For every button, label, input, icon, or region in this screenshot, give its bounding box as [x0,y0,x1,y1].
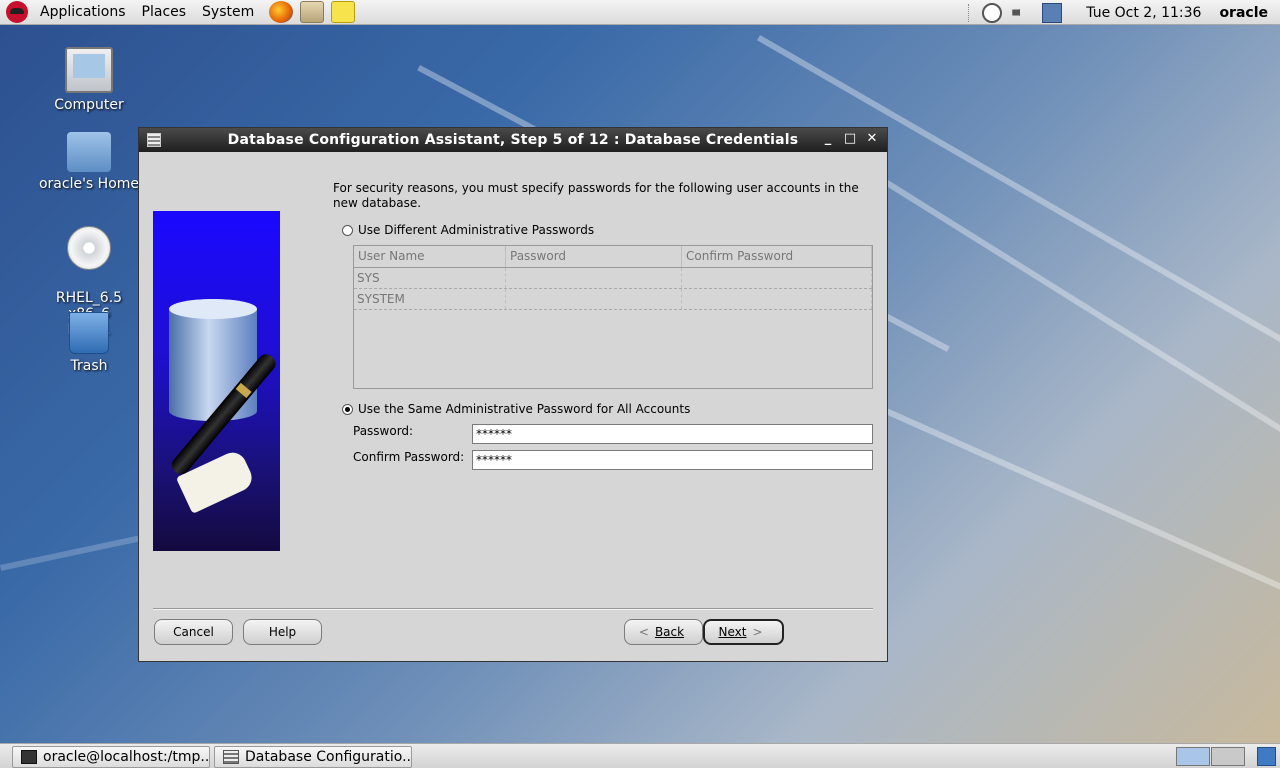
next-button-label: Next [718,625,747,639]
password-label: Password: [353,424,414,438]
table-row: SYSTEM [354,289,872,310]
column-header: Confirm Password [682,246,872,267]
cancel-button[interactable]: Cancel [154,619,233,645]
redhat-logo-icon[interactable] [6,1,28,23]
dialog-titlebar[interactable]: Database Configuration Assistant, Step 5… [139,128,887,152]
mail-launcher-icon[interactable] [300,1,325,23]
column-header: Password [506,246,682,267]
desktop-icon-trash[interactable]: Trash [34,312,144,374]
button-divider [153,608,873,610]
password-field[interactable]: ****** [472,424,873,444]
dvd-icon [67,226,111,270]
desktop-icon-label: oracle's Home [38,176,140,192]
user-name[interactable]: oracle [1219,5,1268,21]
confirm-password-label: Confirm Password: [353,450,465,464]
minimize-icon[interactable]: _ [821,131,835,147]
chevron-left-icon: < [638,625,649,639]
user-name-cell: SYSTEM [354,289,506,309]
notes-launcher-icon[interactable] [331,1,356,23]
password-cell [506,268,682,288]
confirm-password-field[interactable]: ****** [472,450,873,470]
maximize-icon[interactable]: □ [843,131,857,147]
dialog-title: Database Configuration Assistant, Step 5… [227,132,799,148]
confirm-password-cell [682,289,872,309]
system-menu[interactable]: System [194,0,262,25]
bottom-taskbar: oracle@localhost:/tmp... Database Config… [0,743,1280,768]
radio-different[interactable] [342,224,353,236]
network-icon[interactable] [1042,2,1063,23]
top-panel: Applications Places System Tue Oct 2, 11… [0,0,1280,25]
task-label: Database Configuratio... [245,749,412,765]
use-different-passwords-option[interactable]: Use Different Administrative Passwords [342,223,594,237]
home-folder-icon [67,132,111,172]
confirm-password-cell [682,268,872,288]
desktop-icon-label: Trash [70,358,108,374]
dialog-window-icon [223,750,239,764]
tray-separator [968,3,970,22]
table-header: User Name Password Confirm Password [354,246,872,268]
next-button[interactable]: Next > [703,619,784,645]
desktop-icon-label: Computer [54,97,124,113]
radio-same[interactable] [342,403,353,415]
show-desktop-icon[interactable] [1257,747,1276,766]
cancel-button-label: Cancel [173,625,214,639]
chevron-right-icon: > [752,625,763,639]
places-menu[interactable]: Places [134,0,195,25]
terminal-icon [21,750,37,764]
help-button[interactable]: Help [243,619,322,645]
use-same-password-option[interactable]: Use the Same Administrative Password for… [342,402,690,416]
trash-icon [69,312,109,354]
volume-icon[interactable] [1012,3,1027,22]
system-tray: Tue Oct 2, 11:36 oracle [968,0,1280,25]
dbca-dialog: Database Configuration Assistant, Step 5… [138,127,888,662]
column-header: User Name [354,246,506,267]
workspace-2[interactable] [1211,747,1245,766]
taskbar-item-terminal[interactable]: oracle@localhost:/tmp... [12,746,210,768]
firefox-launcher-icon[interactable] [269,1,294,23]
desktop-icon-computer[interactable]: Computer [34,47,144,113]
wizard-illustration [153,211,280,551]
user-name-cell: SYS [354,268,506,288]
main-menu: Applications Places System [0,0,356,25]
back-button[interactable]: < Back [624,619,703,645]
update-clock-icon[interactable] [982,2,1003,23]
help-button-label: Help [268,625,297,639]
workspace-1[interactable] [1176,747,1210,766]
taskbar-item-dbca[interactable]: Database Configuratio... [214,746,412,768]
applications-menu[interactable]: Applications [32,0,134,25]
window-controls: _ □ ✕ [821,131,879,147]
password-cell [506,289,682,309]
radio-label: Use Different Administrative Passwords [358,223,595,237]
radio-label: Use the Same Administrative Password for… [358,402,691,416]
close-icon[interactable]: ✕ [865,131,879,147]
credentials-table: User Name Password Confirm Password SYS … [353,245,873,389]
desktop-icon-home[interactable]: oracle's Home [34,132,144,192]
computer-icon [65,47,113,93]
panel-clock[interactable]: Tue Oct 2, 11:36 [1086,5,1201,21]
back-button-label: Back [654,625,685,639]
table-row: SYS [354,268,872,289]
intro-text: For security reasons, you must specify p… [333,181,859,210]
task-label: oracle@localhost:/tmp... [43,749,210,765]
